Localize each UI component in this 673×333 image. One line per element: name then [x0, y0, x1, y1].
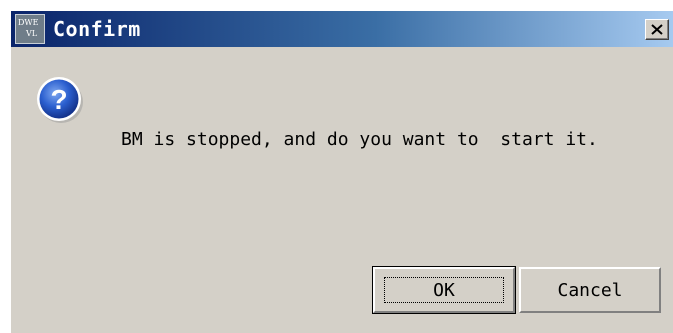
cancel-button-label: Cancel [557, 280, 623, 301]
question-icon: ? [35, 75, 85, 125]
focus-rectangle [384, 277, 504, 303]
svg-text:?: ? [50, 84, 67, 115]
cancel-button[interactable]: Cancel [519, 267, 661, 313]
app-icon-text-bottom: VL [26, 29, 38, 38]
window-title: Confirm [53, 17, 141, 41]
confirm-dialog: DWE VL Confirm ? BM is stopped, and do y… [10, 10, 673, 333]
title-bar[interactable]: DWE VL Confirm [11, 11, 673, 47]
dialog-message: BM is stopped, and do you want to start … [121, 129, 598, 150]
ok-button[interactable]: OK [372, 266, 516, 314]
close-button[interactable] [645, 19, 669, 40]
application-icon[interactable]: DWE VL [15, 14, 45, 44]
app-icon-text-top: DWE [18, 18, 39, 27]
close-icon [651, 24, 663, 35]
